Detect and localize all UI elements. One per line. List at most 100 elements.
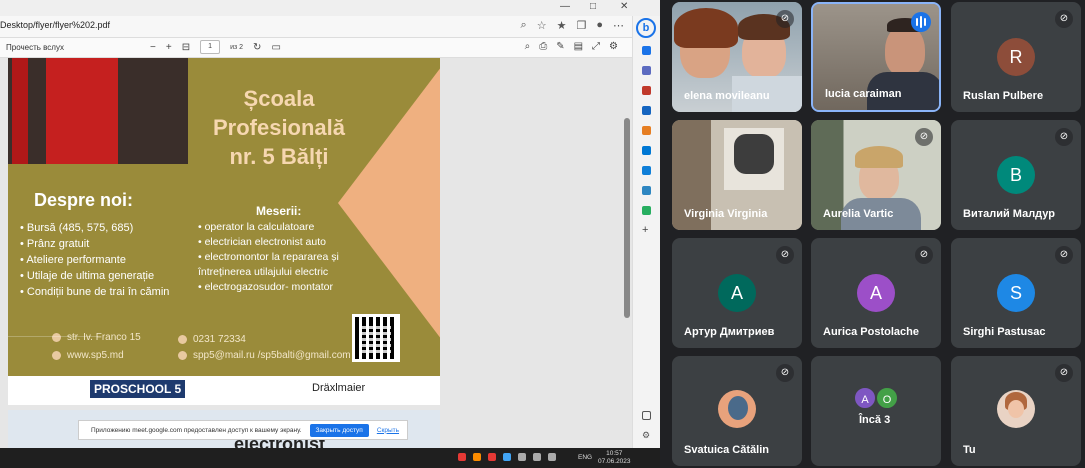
participant-name: Aurica Postolache [823, 326, 919, 338]
zoom-out-icon[interactable]: − [150, 42, 156, 53]
draxlmaier-logo: Dräxlmaier [312, 382, 366, 394]
list-item: Utilaje de ultima generație [20, 268, 169, 284]
draw-icon[interactable]: ✎ [556, 41, 564, 52]
taskbar-clock[interactable]: 10:57 07.06.2023 [598, 450, 631, 466]
favorites-icon[interactable]: ★ [557, 19, 567, 32]
list-item: electrician electronist auto [198, 235, 378, 250]
fullscreen-icon[interactable]: ⤢ [592, 41, 600, 52]
outlook-icon[interactable] [642, 166, 651, 175]
close-icon[interactable]: ✕ [620, 1, 628, 12]
avatar: A [853, 386, 877, 410]
despre-list: Bursă (485, 575, 685) Prânz gratuit Atel… [20, 220, 169, 300]
zoom-icon[interactable]: ⌕ [521, 19, 527, 32]
hide-notice-link[interactable]: Скрыть [377, 427, 399, 434]
avatar: R [997, 38, 1035, 76]
app-icon[interactable] [518, 453, 526, 461]
avatar: S [997, 274, 1035, 312]
participant-tile[interactable]: ⊘ R Ruslan Pulbere [951, 2, 1081, 112]
more-icon[interactable]: ⋯ [613, 19, 624, 32]
participant-tile[interactable]: A O Încă 3 [811, 356, 941, 466]
partner-logos [8, 376, 440, 405]
avatar: A [857, 274, 895, 312]
participant-tile[interactable]: ⊘ Svatuica Cătălin [672, 356, 802, 466]
puzzle-icon[interactable] [642, 126, 651, 135]
email: spp5@mail.ru /sp5balti@gmail.com [178, 350, 351, 361]
list-item: electrogazosudor- montator [198, 280, 378, 295]
avatar: O [875, 386, 899, 410]
participant-name: Aurelia Vartic [823, 208, 894, 220]
maximize-icon[interactable]: □ [590, 1, 596, 12]
proschool-logo: PROSCHOOL 5 [90, 380, 186, 398]
participant-tile[interactable]: ⊘ Aurelia Vartic [811, 120, 941, 230]
tree-icon[interactable] [642, 206, 651, 215]
mic-off-icon: ⊘ [1055, 246, 1073, 264]
speaker-icon[interactable] [548, 453, 556, 461]
app-icon[interactable] [488, 453, 496, 461]
mic-off-icon: ⊘ [776, 10, 794, 28]
page-number-input[interactable]: 1 [200, 40, 221, 54]
participant-name: Артур Дмитриев [684, 326, 775, 338]
search-icon[interactable]: ⌕ [525, 41, 531, 52]
participant-tile[interactable]: ⊘ B Виталий Малдур [951, 120, 1081, 230]
bing-icon[interactable]: b [636, 18, 656, 38]
shared-screen: — □ ✕ Desktop/flyer/flyer%202.pdf ⌕ ☆ ★ … [0, 0, 660, 468]
person-icon[interactable] [642, 106, 651, 115]
meserii-heading: Meserii: [256, 204, 302, 218]
send-icon[interactable] [642, 186, 651, 195]
sidebar-toggle-icon[interactable] [642, 411, 651, 420]
pdf-viewer[interactable]: Școala Profesională nr. 5 Bălți Despre n… [0, 58, 632, 450]
list-item: operator la calculatoare [198, 220, 378, 235]
stop-sharing-button[interactable]: Закрыть доступ [309, 423, 369, 437]
settings-icon[interactable]: ⚙ [642, 431, 651, 440]
app-icon[interactable] [458, 453, 466, 461]
collections-icon[interactable]: ❐ [576, 19, 586, 32]
meserii-list: operator la calculatoare electrician ele… [198, 220, 378, 295]
office-icon[interactable] [642, 146, 651, 155]
profile-icon[interactable]: ● [596, 19, 603, 32]
page-view-icon[interactable]: ▭ [271, 42, 280, 53]
briefcase-icon[interactable] [642, 86, 651, 95]
language-indicator[interactable]: ENG [578, 454, 592, 461]
mic-off-icon: ⊘ [776, 246, 794, 264]
minimize-icon[interactable]: — [560, 1, 570, 12]
participant-tile[interactable]: lucia caraiman [811, 2, 941, 112]
add-icon[interactable]: + [642, 225, 651, 236]
participant-tile[interactable]: Virginia Virginia [672, 120, 802, 230]
participant-name: Tu [963, 444, 976, 456]
star-icon[interactable]: ☆ [537, 19, 547, 32]
read-aloud-button[interactable]: Прочесть вслух [6, 43, 64, 52]
mic-off-icon: ⊘ [1055, 128, 1073, 146]
tag-icon[interactable] [642, 66, 651, 75]
wifi-icon[interactable] [533, 453, 541, 461]
print-icon[interactable]: ⎙ [539, 41, 547, 52]
participant-tile[interactable]: ⊘ A Aurica Postolache [811, 238, 941, 348]
list-item: electromontor la repararea și întreținer… [198, 250, 378, 280]
participant-tile[interactable]: ⊘ S Sirghi Pastusac [951, 238, 1081, 348]
app-icon[interactable] [503, 453, 511, 461]
zoom-in-icon[interactable]: + [166, 42, 172, 53]
meet-window: — □ ✕ Desktop/flyer/flyer%202.pdf ⌕ ☆ ★ … [0, 0, 1085, 468]
flyer-page-1: Școala Profesională nr. 5 Bălți Despre n… [8, 58, 440, 405]
participant-tile[interactable]: ⊘ Tu [951, 356, 1081, 466]
window-titlebar: — □ ✕ [0, 0, 660, 16]
mic-off-icon: ⊘ [1055, 10, 1073, 28]
list-item: Condiții bune de trai în cămin [20, 284, 169, 300]
avatar: A [718, 274, 756, 312]
page-total: из 2 [230, 43, 244, 51]
address-bar[interactable]: Desktop/flyer/flyer%202.pdf ⌕ ☆ ★ ❐ ● ⋯ [0, 16, 632, 38]
list-item: Bursă (485, 575, 685) [20, 220, 169, 236]
app-icon[interactable] [473, 453, 481, 461]
participant-name: elena movileanu [684, 90, 770, 102]
fit-page-icon[interactable]: ⊟ [182, 42, 190, 53]
settings-icon[interactable]: ⚙ [609, 41, 618, 52]
participant-tile[interactable]: ⊘ A Артур Дмитриев [672, 238, 802, 348]
save-icon[interactable]: ▤ [574, 41, 583, 52]
rotate-icon[interactable]: ↻ [253, 42, 261, 53]
mic-off-icon: ⊘ [915, 128, 933, 146]
search-icon[interactable] [642, 46, 651, 55]
audio-bars-icon [911, 12, 931, 32]
mail-icon [178, 351, 187, 360]
participant-tile[interactable]: ⊘ elena movileanu [672, 2, 802, 112]
taskbar: ENG 10:57 07.06.2023 [0, 448, 660, 468]
viewer-scrollbar[interactable] [624, 118, 630, 318]
